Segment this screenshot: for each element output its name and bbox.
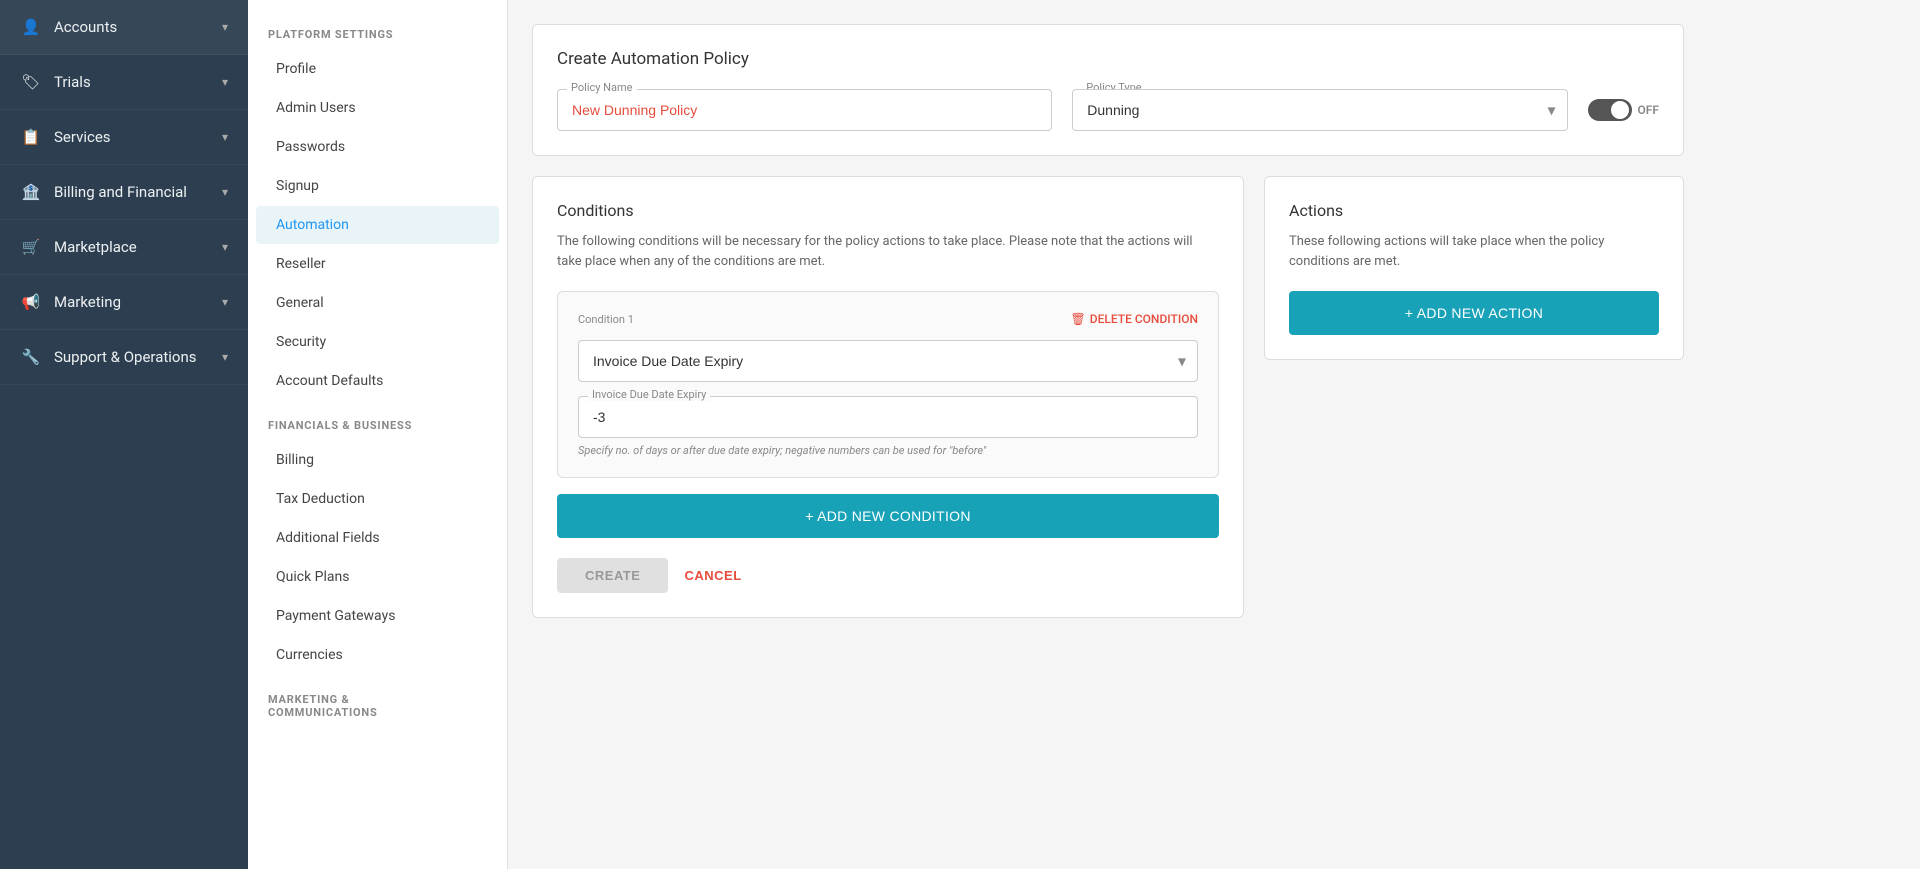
chevron-down-icon: ▾ <box>222 75 228 89</box>
sidebar-label-services: Services <box>54 128 111 146</box>
toggle-label: OFF <box>1638 103 1659 117</box>
toggle-knob <box>1611 101 1629 119</box>
services-icon: 📋 <box>20 126 42 148</box>
condition-box-1: Condition 1 🗑 DELETE CONDITION Invoice D… <box>557 291 1219 478</box>
marketplace-icon: 🛒 <box>20 236 42 258</box>
conditions-column: Conditions The following conditions will… <box>532 176 1244 618</box>
nav-link-reseller[interactable]: Reseller <box>256 245 499 283</box>
policy-card-title: Create Automation Policy <box>557 49 1659 69</box>
sidebar-item-trials[interactable]: 🏷 Trials ▾ <box>0 55 248 110</box>
policy-name-label: Policy Name <box>567 81 637 94</box>
delete-icon: 🗑 <box>1071 312 1086 326</box>
accounts-icon: 👤 <box>20 16 42 38</box>
billing-icon: 🏦 <box>20 181 42 203</box>
sidebar-label-marketplace: Marketplace <box>54 238 137 256</box>
nav-link-currencies[interactable]: Currencies <box>256 636 499 674</box>
marketing-title: MARKETING &COMMUNICATIONS <box>248 675 507 727</box>
nav-link-additional-fields[interactable]: Additional Fields <box>256 519 499 557</box>
chevron-down-icon: ▾ <box>222 185 228 199</box>
nav-link-passwords[interactable]: Passwords <box>256 128 499 166</box>
nav-link-profile[interactable]: Profile <box>256 50 499 88</box>
sub-field: Invoice Due Date Expiry Specify no. of d… <box>578 396 1198 457</box>
cancel-button[interactable]: CANCEL <box>684 568 741 583</box>
policy-type-field: Policy Type Dunning Renewal Trial ▾ <box>1072 89 1567 131</box>
sub-field-label: Invoice Due Date Expiry <box>588 388 710 401</box>
condition-label-1: Condition 1 <box>578 313 634 326</box>
chevron-down-icon: ▾ <box>222 350 228 364</box>
sidebar-label-accounts: Accounts <box>54 18 117 36</box>
sidebar-item-billing[interactable]: 🏦 Billing and Financial ▾ <box>0 165 248 220</box>
sidebar-item-marketplace[interactable]: 🛒 Marketplace ▾ <box>0 220 248 275</box>
conditions-description: The following conditions will be necessa… <box>557 232 1219 271</box>
actions-column: Actions These following actions will tak… <box>1264 176 1684 618</box>
sidebar-label-marketing: Marketing <box>54 293 121 311</box>
support-icon: 🔧 <box>20 346 42 368</box>
sidebar: 👤 Accounts ▾ 🏷 Trials ▾ 📋 Services ▾ 🏦 B… <box>0 0 248 869</box>
sidebar-item-services[interactable]: 📋 Services ▾ <box>0 110 248 165</box>
nav-link-tax[interactable]: Tax Deduction <box>256 480 499 518</box>
form-actions: CREATE CANCEL <box>557 558 1219 593</box>
policy-name-input[interactable] <box>557 89 1052 131</box>
sidebar-item-support[interactable]: 🔧 Support & Operations ▾ <box>0 330 248 385</box>
trials-icon: 🏷 <box>20 71 42 93</box>
nav-link-signup[interactable]: Signup <box>256 167 499 205</box>
nav-link-account-defaults[interactable]: Account Defaults <box>256 362 499 400</box>
nav-link-security[interactable]: Security <box>256 323 499 361</box>
sidebar-item-marketing[interactable]: 📢 Marketing ▾ <box>0 275 248 330</box>
condition-type-select[interactable]: Invoice Due Date Expiry Invoice Amount S… <box>578 340 1198 382</box>
marketing-icon: 📢 <box>20 291 42 313</box>
actions-description: These following actions will take place … <box>1289 232 1659 271</box>
sidebar-label-support: Support & Operations <box>54 348 197 366</box>
nav-link-payment-gateways[interactable]: Payment Gateways <box>256 597 499 635</box>
add-condition-button[interactable]: + ADD NEW CONDITION <box>557 494 1219 538</box>
sub-field-hint: Specify no. of days or after due date ex… <box>578 444 1198 457</box>
actions-card: Actions These following actions will tak… <box>1264 176 1684 360</box>
policy-card: Create Automation Policy Policy Name Pol… <box>532 24 1684 156</box>
nav-link-quick-plans[interactable]: Quick Plans <box>256 558 499 596</box>
sidebar-item-accounts[interactable]: 👤 Accounts ▾ <box>0 0 248 55</box>
nav-link-admin-users[interactable]: Admin Users <box>256 89 499 127</box>
nav-link-billing-fin[interactable]: Billing <box>256 441 499 479</box>
policy-name-field: Policy Name <box>557 89 1052 131</box>
conditions-title: Conditions <box>557 201 1219 220</box>
chevron-down-icon: ▾ <box>222 240 228 254</box>
add-action-button[interactable]: + ADD NEW ACTION <box>1289 291 1659 335</box>
nav-link-general[interactable]: General <box>256 284 499 322</box>
create-button[interactable]: CREATE <box>557 558 668 593</box>
main-content: Create Automation Policy Policy Name Pol… <box>508 0 1920 869</box>
conditions-card: Conditions The following conditions will… <box>532 176 1244 618</box>
delete-condition-button[interactable]: 🗑 DELETE CONDITION <box>1071 312 1198 326</box>
chevron-down-icon: ▾ <box>222 130 228 144</box>
policy-toggle-wrap: OFF <box>1588 89 1659 121</box>
sidebar-label-billing: Billing and Financial <box>54 183 187 201</box>
chevron-down-icon: ▾ <box>222 295 228 309</box>
financials-title: FINANCIALS & BUSINESS <box>248 401 507 440</box>
chevron-down-icon: ▾ <box>222 20 228 34</box>
sub-field-input[interactable] <box>578 396 1198 438</box>
platform-settings-title: PLATFORM SETTINGS <box>248 10 507 49</box>
policy-toggle[interactable] <box>1588 99 1632 121</box>
actions-title: Actions <box>1289 201 1659 220</box>
sidebar-label-trials: Trials <box>54 73 91 91</box>
nav-panel: PLATFORM SETTINGS Profile Admin Users Pa… <box>248 0 508 869</box>
policy-type-select[interactable]: Dunning Renewal Trial <box>1072 89 1567 131</box>
nav-link-automation[interactable]: Automation <box>256 206 499 244</box>
